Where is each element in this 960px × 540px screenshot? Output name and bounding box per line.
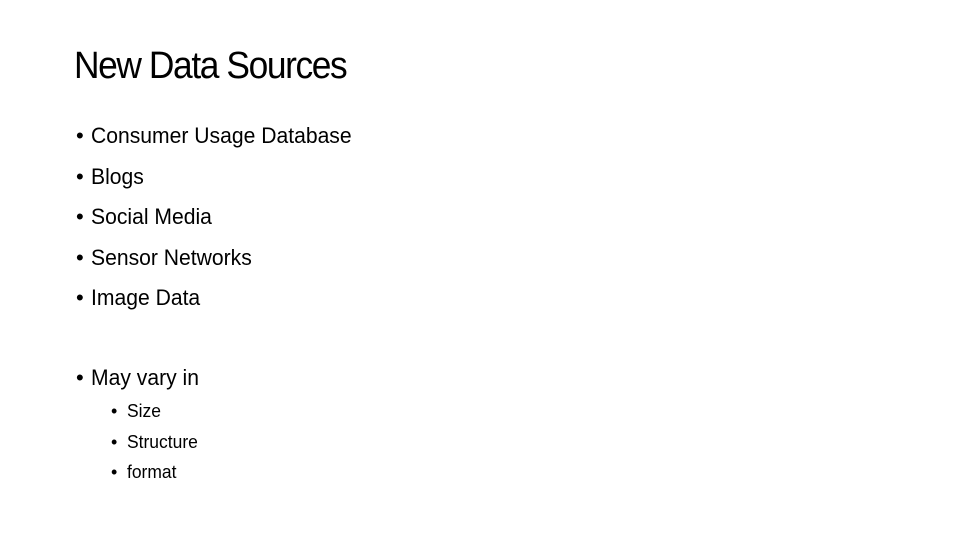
bullet-icon: • — [76, 365, 84, 390]
bullet-item: • Consumer Usage Database — [74, 121, 362, 162]
sub-bullet-label: format — [127, 462, 177, 482]
bullet-label: Social Media — [91, 204, 212, 229]
slide: New Data Sources • Consumer Usage Databa… — [0, 0, 960, 540]
sub-bullet-item: • Structure — [110, 428, 200, 459]
bullet-icon: • — [111, 462, 118, 482]
bullet-item: • Social Media — [74, 202, 362, 243]
bullet-icon: • — [76, 204, 84, 229]
bullet-icon: • — [76, 123, 84, 148]
bullet-icon: • — [76, 163, 84, 189]
bullet-item: • Blogs — [74, 162, 362, 203]
bullet-label: May vary in — [91, 365, 199, 390]
bullet-icon: • — [111, 401, 118, 421]
sub-bullet-item: • Size — [110, 397, 200, 428]
sub-bullet-list: • Size • Structure • format — [110, 397, 200, 489]
bullet-list: • Consumer Usage Database • Blogs • Soci… — [74, 121, 362, 324]
bullet-label: Image Data — [91, 285, 201, 310]
slide-title: New Data Sources — [74, 45, 348, 87]
bullet-label: Consumer Usage Database — [91, 123, 352, 148]
bullet-icon: • — [111, 431, 118, 452]
bullet-icon: • — [76, 244, 84, 270]
sub-bullet-item: • format — [110, 458, 200, 489]
bullet-item: • Image Data — [74, 283, 362, 324]
bullet-item: • Sensor Networks — [74, 243, 362, 284]
bullet-label: Sensor Networks — [91, 244, 252, 270]
bullet-label: Blogs — [91, 163, 144, 189]
bullet-icon: • — [76, 285, 84, 310]
sub-bullet-label: Size — [127, 401, 161, 421]
sub-bullet-label: Structure — [127, 431, 198, 452]
